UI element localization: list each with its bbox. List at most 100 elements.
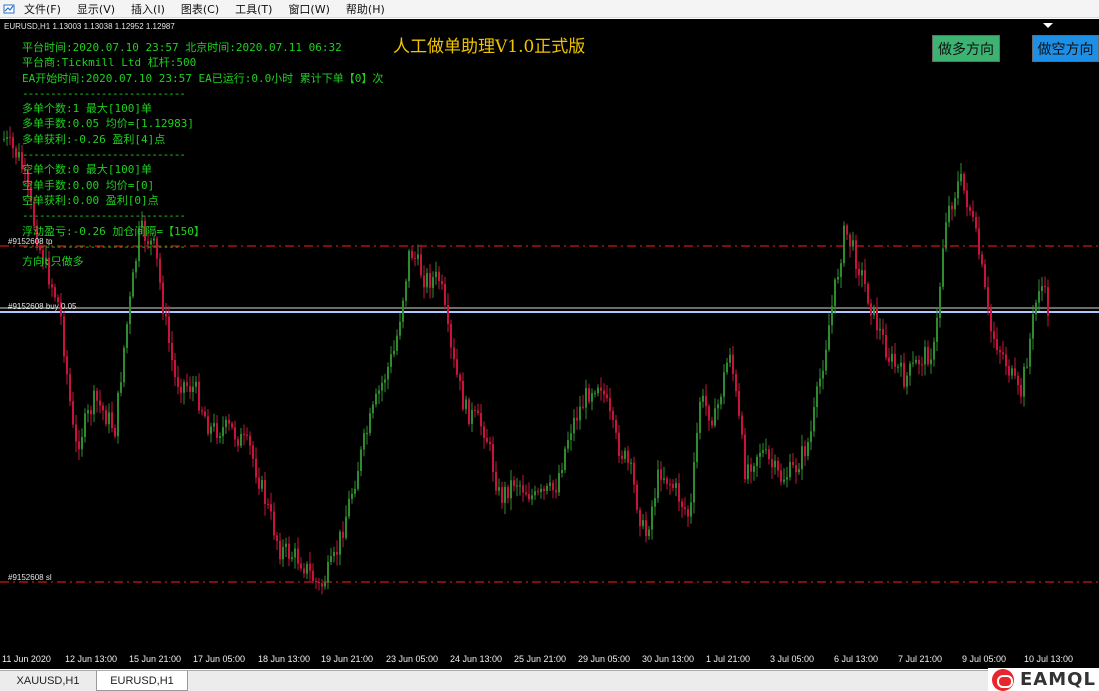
candle-body <box>723 372 725 397</box>
candle-body <box>927 346 929 365</box>
candle-body <box>540 488 542 492</box>
candle-body <box>270 504 272 512</box>
candle-body <box>507 486 509 499</box>
candle-body <box>735 373 737 392</box>
candle-body <box>216 423 218 438</box>
candle-body <box>408 250 410 282</box>
candle-body <box>318 582 320 584</box>
candle-body <box>603 390 605 395</box>
candle-body <box>396 335 398 351</box>
candle-body <box>753 466 755 472</box>
candle-body <box>855 240 857 269</box>
menu-insert[interactable]: 插入(I) <box>131 1 165 17</box>
candle-body <box>849 234 851 247</box>
candle-body <box>1014 368 1016 376</box>
candle-body <box>915 359 917 363</box>
mt4-app-icon[interactable] <box>0 0 18 18</box>
candle-body <box>342 531 344 538</box>
candle-body <box>690 502 692 517</box>
candle-body <box>252 445 254 459</box>
candle-body <box>1023 366 1025 397</box>
candle-body <box>510 480 512 499</box>
candle-body <box>660 469 662 480</box>
candle-body <box>534 491 536 496</box>
candle-body <box>1035 302 1037 315</box>
candle-body <box>1017 375 1019 386</box>
candle-body <box>207 416 209 434</box>
candle-body <box>498 487 500 491</box>
tab-eurusd-h1[interactable]: EURUSD,H1 <box>96 671 188 691</box>
chart-tab-bar: XAUUSD,H1 EURUSD,H1 <box>0 670 1099 691</box>
candle-body <box>579 406 581 421</box>
candle-body <box>966 190 968 208</box>
candle-body <box>426 273 428 288</box>
candle-body <box>624 450 626 459</box>
candle-body <box>246 434 248 436</box>
candle-body <box>744 434 746 480</box>
candle-body <box>369 413 371 434</box>
candle-body <box>669 483 671 485</box>
candle-body <box>621 455 623 459</box>
tab-xauusd-h1[interactable]: XAUUSD,H1 <box>2 671 94 691</box>
candle-body <box>123 347 125 383</box>
candle-body <box>219 436 221 438</box>
candle-body <box>198 381 200 411</box>
candle-body <box>456 359 458 375</box>
candle-body <box>897 366 899 368</box>
menu-view[interactable]: 显示(V) <box>77 1 115 17</box>
candle-body <box>924 346 926 365</box>
candle-body <box>402 300 404 322</box>
candle-body <box>663 478 665 480</box>
candle-body <box>708 406 710 421</box>
candle-body <box>420 254 422 276</box>
price-chart[interactable]: EURUSD,H1 1.13003 1.13038 1.12952 1.1298… <box>0 19 1099 669</box>
candle-body <box>504 486 506 503</box>
candle-body <box>69 374 71 402</box>
candle-body <box>513 480 515 487</box>
candle-body <box>672 484 674 488</box>
candle-body <box>741 415 743 435</box>
candle-body <box>393 350 395 355</box>
candle-body <box>303 568 305 574</box>
candle-body <box>585 388 587 408</box>
separator: ----------------------------- <box>22 209 186 223</box>
menu-window[interactable]: 窗口(W) <box>288 1 329 17</box>
candle-body <box>711 420 713 426</box>
menu-tools[interactable]: 工具(T) <box>235 1 272 17</box>
candle-body <box>936 317 938 342</box>
candle-body <box>882 329 884 336</box>
candle-body <box>636 484 638 510</box>
candle-body <box>996 338 998 351</box>
candle-body <box>852 240 854 247</box>
candle-body <box>192 386 194 393</box>
candle-body <box>696 432 698 463</box>
time-tick-label: 6 Jul 13:00 <box>834 654 879 664</box>
candle-body <box>9 137 11 139</box>
candle-body <box>972 210 974 217</box>
menu-file[interactable]: 文件(F) <box>24 1 61 17</box>
candle-body <box>1032 314 1034 339</box>
candle-body <box>606 394 608 399</box>
candle-body <box>1044 286 1046 288</box>
time-tick-label: 29 Jun 05:00 <box>578 654 631 664</box>
menu-help[interactable]: 帮助(H) <box>346 1 385 17</box>
info-short-lots: 空单手数:0.00 均价=[0] <box>22 178 155 192</box>
separator: ----------------------------- <box>22 86 186 100</box>
candle-body <box>813 407 815 432</box>
menu-charts[interactable]: 图表(C) <box>181 1 219 17</box>
time-tick-label: 1 Jul 21:00 <box>706 654 751 664</box>
short-direction-button[interactable]: 做空方向 <box>1032 35 1099 62</box>
candle-body <box>126 324 128 348</box>
info-direction: 方向:只做多 <box>22 255 84 269</box>
long-direction-button[interactable]: 做多方向 <box>932 35 1000 62</box>
time-tick-label: 15 Jun 21:00 <box>129 654 182 664</box>
candle-body <box>783 479 785 482</box>
chart-shift-marker-icon[interactable] <box>1043 23 1053 28</box>
candle-body <box>870 303 872 316</box>
candle-body <box>861 270 863 276</box>
candle-body <box>390 354 392 367</box>
candle-body <box>801 446 803 470</box>
candle-body <box>315 581 317 583</box>
candle-body <box>888 357 890 362</box>
candle-body <box>558 473 560 493</box>
